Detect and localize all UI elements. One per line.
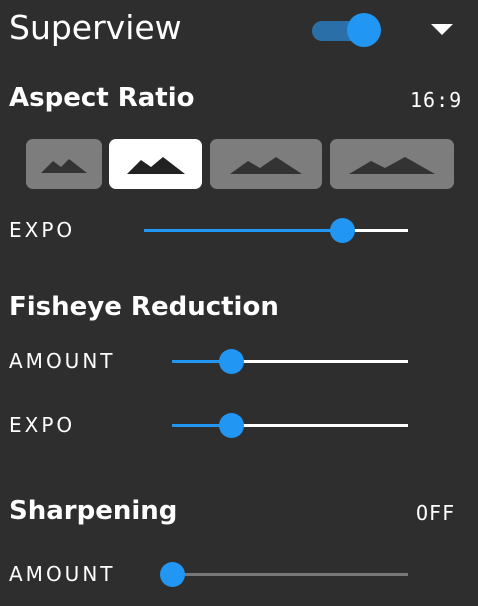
fisheye-expo-slider[interactable] xyxy=(172,411,408,441)
sharpening-value: OFF xyxy=(416,501,456,525)
slider-thumb[interactable] xyxy=(160,562,185,587)
aspect-option-2[interactable] xyxy=(109,139,202,189)
mountain-icon xyxy=(126,157,185,174)
slider-thumb[interactable] xyxy=(330,218,355,243)
sharpening-heading: Sharpening xyxy=(9,496,178,526)
slider-thumb[interactable] xyxy=(219,349,244,374)
aspect-ratio-heading: Aspect Ratio xyxy=(9,83,195,113)
chevron-down-icon[interactable] xyxy=(431,24,453,35)
mountain-icon xyxy=(230,157,302,174)
mountain-icon xyxy=(349,157,435,174)
superview-toggle[interactable] xyxy=(312,13,384,47)
aspect-option-3[interactable] xyxy=(210,139,322,189)
slider-rail xyxy=(172,573,408,576)
fisheye-expo-label: EXPO xyxy=(9,413,76,437)
fisheye-heading: Fisheye Reduction xyxy=(9,292,279,322)
slider-thumb[interactable] xyxy=(219,413,244,438)
aspect-option-4[interactable] xyxy=(330,139,454,189)
aspect-expo-label: EXPO xyxy=(9,218,76,242)
mountain-icon xyxy=(41,159,87,173)
toggle-knob[interactable] xyxy=(347,13,381,47)
aspect-ratio-value: 16:9 xyxy=(410,88,463,112)
fisheye-amount-label: AMOUNT xyxy=(9,349,116,373)
sharpening-amount-slider[interactable] xyxy=(160,560,408,590)
slider-fill xyxy=(144,229,342,232)
page-title: Superview xyxy=(9,8,182,47)
fisheye-amount-slider[interactable] xyxy=(172,347,408,377)
sharpening-amount-label: AMOUNT xyxy=(9,562,116,586)
aspect-expo-slider[interactable] xyxy=(144,216,408,246)
aspect-option-1[interactable] xyxy=(26,139,102,189)
